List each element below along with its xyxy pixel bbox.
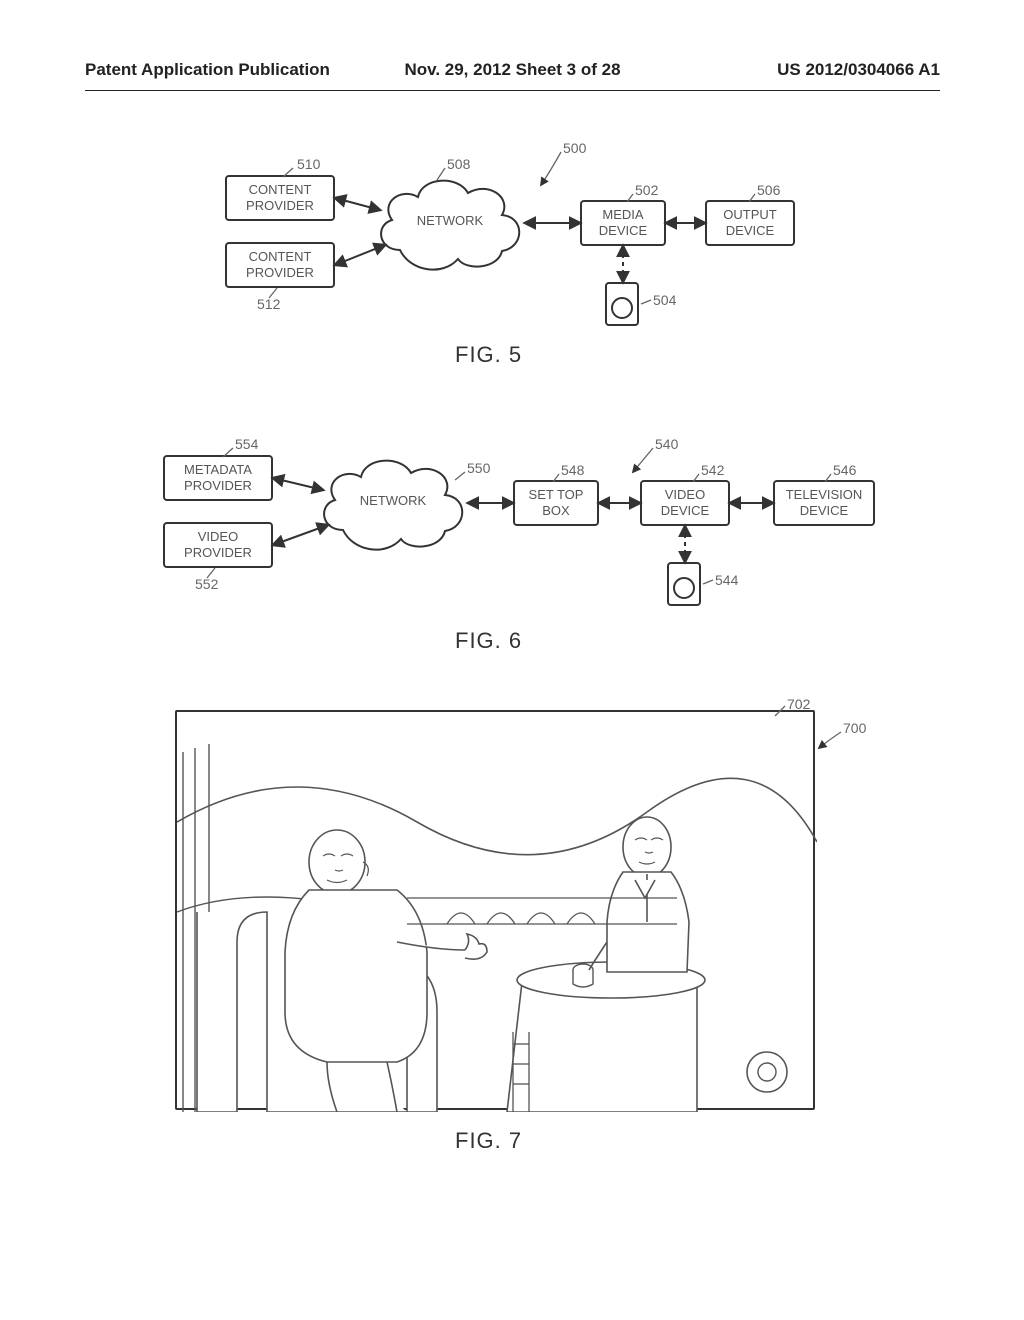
fig6-network-label: NETWORK bbox=[313, 493, 473, 508]
fig5-ref-504: 504 bbox=[653, 292, 676, 308]
fig5-remote bbox=[605, 282, 639, 326]
fig5-caption: FIG. 5 bbox=[455, 342, 522, 368]
fig7-caption: FIG. 7 bbox=[455, 1128, 522, 1154]
fig6-remote bbox=[667, 562, 701, 606]
fig5-ref-510: 510 bbox=[297, 156, 320, 172]
fig6-video-provider: VIDEO PROVIDER bbox=[163, 522, 273, 568]
fig5-content-provider-1: CONTENT PROVIDER bbox=[225, 175, 335, 221]
fig5-ref-502: 502 bbox=[635, 182, 658, 198]
fig6-set-top-box: SET TOP BOX bbox=[513, 480, 599, 526]
fig6-television-device: TELEVISION DEVICE bbox=[773, 480, 875, 526]
header-rule bbox=[85, 90, 940, 91]
fig5-ref-512: 512 bbox=[257, 296, 280, 312]
fig5-network-label: NETWORK bbox=[370, 213, 530, 228]
fig5-network-cloud: NETWORK bbox=[370, 165, 530, 280]
header-left: Patent Application Publication bbox=[85, 60, 330, 80]
fig7-ref-702: 702 bbox=[787, 696, 810, 712]
fig7-screen-frame bbox=[175, 710, 815, 1110]
fig5-ref-500: 500 bbox=[563, 140, 586, 156]
fig7-ref-700: 700 bbox=[843, 720, 866, 736]
fig5-media-device: MEDIA DEVICE bbox=[580, 200, 666, 246]
fig5-output-device: OUTPUT DEVICE bbox=[705, 200, 795, 246]
fig6-caption: FIG. 6 bbox=[455, 628, 522, 654]
fig6-network-cloud: NETWORK bbox=[313, 445, 473, 560]
fig6-ref-550: 550 bbox=[467, 460, 490, 476]
fig6-metadata-provider: METADATA PROVIDER bbox=[163, 455, 273, 501]
page: Patent Application Publication Nov. 29, … bbox=[85, 60, 940, 1260]
fig6-ref-542: 542 bbox=[701, 462, 724, 478]
fig6-ref-540: 540 bbox=[655, 436, 678, 452]
fig5-ref-506: 506 bbox=[757, 182, 780, 198]
fig6-ref-544: 544 bbox=[715, 572, 738, 588]
fig5-content-provider-2: CONTENT PROVIDER bbox=[225, 242, 335, 288]
header-right: US 2012/0304066 A1 bbox=[777, 60, 940, 80]
fig6-video-device: VIDEO DEVICE bbox=[640, 480, 730, 526]
header-center: Nov. 29, 2012 Sheet 3 of 28 bbox=[404, 60, 620, 80]
fig6-ref-554: 554 bbox=[235, 436, 258, 452]
fig6-ref-546: 546 bbox=[833, 462, 856, 478]
fig6-ref-548: 548 bbox=[561, 462, 584, 478]
fig6-ref-552: 552 bbox=[195, 576, 218, 592]
fig5-ref-508: 508 bbox=[447, 156, 470, 172]
fig7-illustration bbox=[177, 712, 817, 1112]
